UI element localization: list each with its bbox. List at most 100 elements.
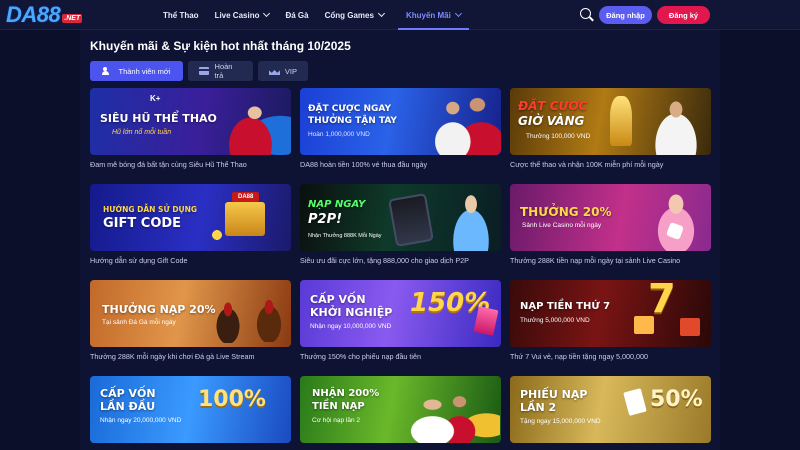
cards-icon (623, 388, 647, 416)
rooster-icon (248, 292, 290, 342)
promotions-panel: Khuyến mãi & Sự kiện hot nhất tháng 10/2… (80, 30, 720, 450)
promo-banner[interactable]: NẠP NGAY P2P! Nhận Thưởng 888K Mỗi Ngày (300, 184, 501, 251)
promo-banner[interactable]: 7 NẠP TIỀN THỨ 7 Thưởng 5,000,000 VND (510, 280, 711, 347)
banner-headline: THƯỞNG TẬN TAY (308, 116, 397, 126)
promo-card[interactable]: ĐẶT CƯỢC GIỜ VÀNG Thưởng 100,000 VND Cượ… (510, 88, 711, 172)
banner-headline: CẤP VỐN (310, 293, 366, 306)
banner-badge: 7 (648, 280, 676, 322)
promo-card[interactable]: 150% CẤP VỐN KHỞI NGHIỆP Nhận ngay 10,00… (300, 280, 501, 364)
banner-headline: LẦN ĐẦU (100, 400, 156, 413)
tab-label: Hoàn trả (214, 62, 233, 80)
banner-headline: THƯỞNG NẠP 20% (102, 303, 216, 316)
promo-card[interactable]: THƯỞNG 20% Sảnh Live Casino mỗi ngày Thư… (510, 184, 711, 268)
promo-caption: Cược thể thao và nhận 100K miễn phí mỗi … (510, 160, 664, 169)
promo-banner[interactable]: K+ SIÊU HŨ THỂ THAO Hũ lớn nổ mỗi tuần (90, 88, 291, 155)
banner-tagline: Hoàn 1,000,000 VND (308, 131, 370, 138)
promo-banner[interactable]: DA88 HƯỚNG DẪN SỬ DỤNG GIFT CODE (90, 184, 291, 251)
promo-card[interactable]: THƯỞNG NẠP 20% Tại sảnh Đá Gà mỗi ngày T… (90, 280, 291, 364)
chevron-down-icon (377, 9, 385, 18)
nav-label: Đá Gà (285, 10, 309, 20)
gift-box-icon (680, 318, 700, 336)
gift-box-icon (225, 202, 265, 236)
banner-headline: GIFT CODE (103, 216, 182, 231)
banner-tagline: Thưởng 100,000 VND (526, 133, 591, 140)
tab-vip[interactable]: VIP (258, 61, 308, 81)
promo-caption: Hướng dẫn sử dụng Gift Code (90, 256, 188, 265)
search-icon[interactable] (580, 8, 594, 22)
tab-hoan-tra[interactable]: Hoàn trả (188, 61, 253, 81)
nav-item-live-casino[interactable]: Live Casino (207, 0, 278, 30)
promo-banner[interactable]: ĐẶT CƯỢC NGAY THƯỞNG TẬN TAY Hoàn 1,000,… (300, 88, 501, 155)
nav-label: Live Casino (214, 10, 260, 20)
login-button[interactable]: Đăng nhập (599, 6, 652, 24)
register-button[interactable]: Đăng ký (657, 6, 710, 24)
logo-text: DA88 (6, 2, 61, 27)
promo-card[interactable]: K+ SIÊU HŨ THỂ THAO Hũ lớn nổ mỗi tuần Đ… (90, 88, 291, 172)
promo-caption: Đam mê bóng đá bất tận cùng Siêu Hũ Thể … (90, 160, 247, 169)
promo-caption: Siêu ưu đãi cực lớn, tặng 888,000 cho gi… (300, 256, 469, 265)
banner-tagline: Thưởng 5,000,000 VND (520, 317, 590, 324)
promo-caption: Thưởng 288K tiền nạp mỗi ngày tại sảnh L… (510, 256, 681, 265)
player-figure (440, 186, 501, 251)
promo-banner[interactable]: ĐẶT CƯỢC GIỜ VÀNG Thưởng 100,000 VND (510, 88, 711, 155)
trophy-icon (610, 96, 632, 146)
banner-headline: NẠP NGAY (308, 199, 366, 210)
banner-tagline: Nhận Thưởng 888K Mỗi Ngày (308, 233, 382, 239)
banner-headline: NẠP TIỀN THỨ 7 (520, 301, 611, 312)
player-figure (420, 88, 501, 155)
promo-banner[interactable]: 150% CẤP VỐN KHỞI NGHIỆP Nhận ngay 10,00… (300, 280, 501, 347)
promo-banner[interactable]: THƯỞNG NẠP 20% Tại sảnh Đá Gà mỗi ngày (90, 280, 291, 347)
banner-badge: 50% (650, 387, 703, 412)
promo-card[interactable]: 7 NẠP TIỀN THỨ 7 Thưởng 5,000,000 VND Th… (510, 280, 711, 364)
banner-tagline: Sảnh Live Casino mỗi ngày (522, 222, 602, 229)
chevron-down-icon (454, 9, 462, 18)
crown-icon (269, 67, 279, 75)
promo-card[interactable]: 50% PHIẾU NẠP LẦN 2 Tặng ngay 15,000,000… (510, 376, 711, 450)
nav-item-da-ga[interactable]: Đá Gà (277, 0, 316, 30)
banner-headline: TIỀN NẠP (312, 401, 365, 412)
logo-suffix: .NET (62, 14, 83, 23)
players-figure (410, 384, 500, 443)
promo-card[interactable]: NHẬN 200% TIỀN NẠP Cơ hội nạp lần 2 (300, 376, 501, 450)
banner-tagline: Hũ lớn nổ mỗi tuần (112, 129, 172, 136)
promo-card[interactable]: 100% CẤP VỐN LẦN ĐẦU Nhận ngay 20,000,00… (90, 376, 291, 450)
main-nav: Thể Thao Live Casino Đá Gà Cổng Games Kh… (155, 0, 469, 30)
banner-headline: KHỞI NGHIỆP (310, 306, 393, 319)
player-figure (208, 90, 291, 155)
users-icon (102, 67, 112, 75)
promo-card[interactable]: ĐẶT CƯỢC NGAY THƯỞNG TẬN TAY Hoàn 1,000,… (300, 88, 501, 172)
banner-headline: LẦN 2 (520, 401, 557, 414)
promo-banner[interactable]: NHẬN 200% TIỀN NẠP Cơ hội nạp lần 2 (300, 376, 501, 443)
page-title: Khuyến mãi & Sự kiện hot nhất tháng 10/2… (90, 39, 351, 53)
tab-label: Thành viên mới (118, 66, 171, 76)
nav-label: Cổng Games (324, 10, 374, 20)
top-header: DA88 .NET Thể Thao Live Casino Đá Gà Cổn… (0, 0, 800, 30)
kplus-badge: K+ (150, 94, 161, 103)
promo-banner[interactable]: 50% PHIẾU NẠP LẦN 2 Tặng ngay 15,000,000… (510, 376, 711, 443)
nav-item-khuyen-mai[interactable]: Khuyến Mãi (397, 0, 469, 30)
banner-headline: THƯỞNG 20% (520, 205, 612, 219)
chevron-down-icon (263, 9, 271, 18)
banner-headline: NHẬN 200% (312, 388, 380, 399)
promo-card[interactable]: DA88 HƯỚNG DẪN SỬ DỤNG GIFT CODE Hướng d… (90, 184, 291, 268)
banner-headline: CẤP VỐN (100, 387, 156, 400)
voucher-icon (473, 306, 499, 336)
nav-item-the-thao[interactable]: Thể Thao (155, 0, 207, 30)
promo-caption: DA88 hoàn tiền 100% vé thua đầu ngày (300, 160, 428, 169)
brand-logo[interactable]: DA88 .NET (6, 2, 83, 27)
promo-banner[interactable]: 100% CẤP VỐN LẦN ĐẦU Nhận ngay 20,000,00… (90, 376, 291, 443)
promo-caption: Thưởng 288K mỗi ngày khi chơi Đá gà Live… (90, 352, 255, 361)
banner-tagline: Nhận ngay 10,000,000 VND (310, 323, 392, 330)
player-figure (640, 90, 711, 155)
nav-label: Khuyến Mãi (405, 10, 451, 20)
promo-card[interactable]: NẠP NGAY P2P! Nhận Thưởng 888K Mỗi Ngày … (300, 184, 501, 268)
promo-caption: Thưởng 150% cho phiếu nạp đầu tiên (300, 352, 422, 361)
tab-thanh-vien-moi[interactable]: Thành viên mới (90, 61, 183, 81)
banner-headline: P2P! (308, 212, 343, 227)
banner-tagline: Tặng ngay 15,000,000 VND (520, 418, 601, 425)
banner-headline: ĐẶT CƯỢC NGAY (308, 104, 392, 114)
promo-banner[interactable]: THƯỞNG 20% Sảnh Live Casino mỗi ngày (510, 184, 711, 251)
promo-caption: Thứ 7 Vui vẻ, nạp tiền tặng ngay 5,000,0… (510, 352, 649, 361)
banner-headline: SIÊU HŨ THỂ THAO (100, 112, 217, 125)
nav-item-cong-games[interactable]: Cổng Games (317, 0, 392, 30)
